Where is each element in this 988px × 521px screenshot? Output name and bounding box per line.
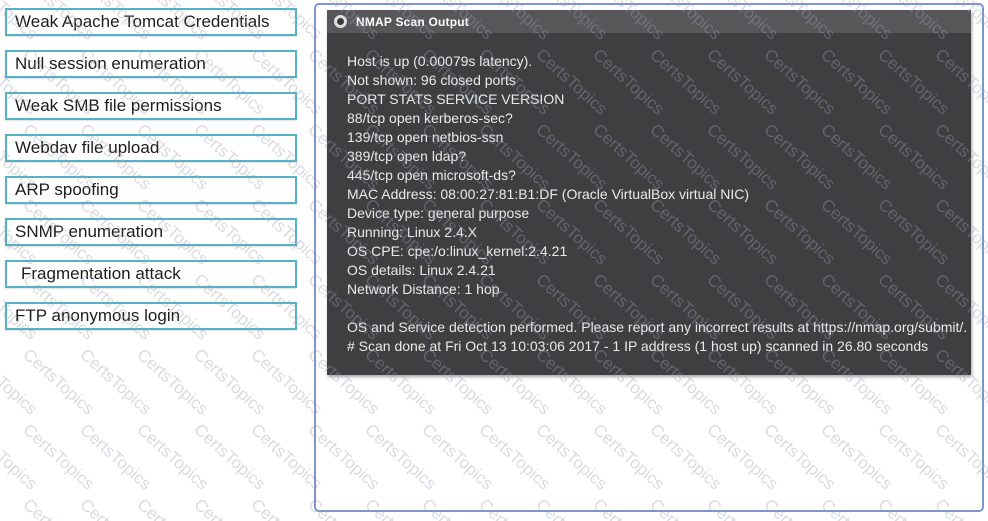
nmap-scan-output-window: NMAP Scan Output Host is up (0.00079s la… (327, 10, 971, 375)
answer-options-list: Weak Apache Tomcat Credentials Null sess… (5, 8, 297, 330)
window-titlebar: NMAP Scan Output (327, 10, 971, 33)
scan-output-line: OS and Service detection performed. Plea… (347, 318, 957, 337)
watermark-text: CertsTopics (19, 345, 98, 419)
scan-output-line: PORT STATS SERVICE VERSION (347, 90, 957, 109)
watermark-text: CertsTopics (133, 420, 212, 494)
watermark-text: CertsTopics (0, 420, 41, 494)
scan-output-line: Running: Linux 2.4.X (347, 223, 957, 242)
watermark-text: CertsTopics (133, 345, 212, 419)
option-webdav-file-upload[interactable]: Webdav file upload (5, 134, 297, 162)
option-ftp-anonymous-login[interactable]: FTP anonymous login (5, 302, 297, 330)
scan-output-text: Host is up (0.00079s latency). Not shown… (327, 33, 971, 356)
watermark-text: CertsTopics (0, 495, 41, 521)
scan-output-line: Not shown: 96 closed ports (347, 71, 957, 90)
option-weak-smb-file-permissions[interactable]: Weak SMB file permissions (5, 92, 297, 120)
watermark-text: CertsTopics (0, 345, 41, 419)
watermark-text: CertsTopics (190, 495, 269, 521)
scan-output-line: 389/tcp open ldap? (347, 147, 957, 166)
scan-output-line: Host is up (0.00079s latency). (347, 52, 957, 71)
watermark-text: CertsTopics (190, 420, 269, 494)
scan-output-panel: NMAP Scan Output Host is up (0.00079s la… (314, 3, 984, 512)
scan-output-line: 88/tcp open kerberos-sec? (347, 109, 957, 128)
scan-output-line: OS details: Linux 2.4.21 (347, 261, 957, 280)
option-fragmentation-attack[interactable]: Fragmentation attack (5, 260, 297, 288)
scan-output-blank-line (347, 299, 957, 318)
option-null-session-enumeration[interactable]: Null session enumeration (5, 50, 297, 78)
scan-output-line: MAC Address: 08:00:27:81:B1:DF (Oracle V… (347, 185, 957, 204)
watermark-text: CertsTopics (76, 345, 155, 419)
scan-output-line: # Scan done at Fri Oct 13 10:03:06 2017 … (347, 337, 957, 356)
scan-output-line: Network Distance: 1 hop (347, 280, 957, 299)
scan-output-line: 445/tcp open microsoft-ds? (347, 166, 957, 185)
watermark-text: CertsTopics (76, 495, 155, 521)
watermark-text: CertsTopics (19, 495, 98, 521)
watermark-text: CertsTopics (190, 345, 269, 419)
watermark-text: CertsTopics (133, 495, 212, 521)
scan-output-line: 139/tcp open netbios-ssn (347, 128, 957, 147)
watermark-text: CertsTopics (76, 420, 155, 494)
option-arp-spoofing[interactable]: ARP spoofing (5, 176, 297, 204)
option-snmp-enumeration[interactable]: SNMP enumeration (5, 218, 297, 246)
window-title: NMAP Scan Output (356, 15, 469, 29)
watermark-text: CertsTopics (19, 420, 98, 494)
scan-output-line: OS CPE: cpe:/o:linux_kernel:2.4.21 (347, 242, 957, 261)
scan-output-line: Device type: general purpose (347, 204, 957, 223)
window-circle-icon (334, 15, 347, 28)
option-weak-apache-tomcat-credentials[interactable]: Weak Apache Tomcat Credentials (5, 8, 297, 36)
